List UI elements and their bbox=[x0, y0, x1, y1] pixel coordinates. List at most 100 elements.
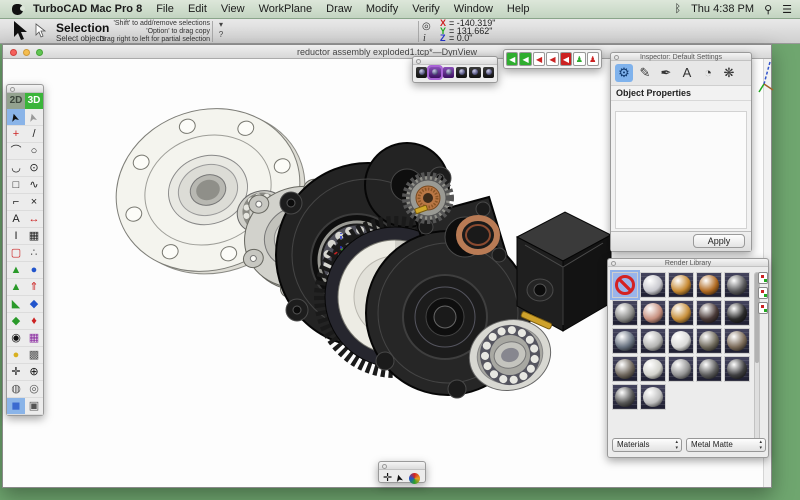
zoom-window-button[interactable] bbox=[36, 49, 43, 56]
view-sphere-tool[interactable]: ◎ bbox=[25, 381, 43, 397]
camera-view-5-icon[interactable] bbox=[469, 67, 480, 78]
material-type-dropdown[interactable]: Metal Matte▴▾ bbox=[686, 438, 766, 452]
anim-step-icon[interactable]: ◀ bbox=[533, 52, 545, 66]
camera-video-icon[interactable] bbox=[456, 67, 467, 78]
camera-view-1-icon[interactable] bbox=[416, 67, 427, 78]
material-swatch[interactable] bbox=[724, 328, 750, 354]
curve-tool[interactable]: ◡ bbox=[7, 160, 25, 176]
palette-close-icon[interactable] bbox=[382, 464, 387, 469]
palette-close-icon[interactable] bbox=[10, 87, 15, 92]
library-remove-icon[interactable] bbox=[758, 302, 768, 314]
material-swatch[interactable] bbox=[612, 272, 638, 298]
menu-view[interactable]: View bbox=[221, 3, 245, 15]
orbit-tool[interactable]: ◍ bbox=[7, 381, 25, 397]
notification-center-icon[interactable]: ☰ bbox=[782, 3, 792, 16]
grid-settings-tool[interactable]: ▩ bbox=[25, 347, 43, 363]
compass-icon[interactable]: ◎ bbox=[422, 21, 431, 32]
anim-next-icon[interactable]: ◀ bbox=[546, 52, 558, 66]
line-tool[interactable]: / bbox=[25, 126, 43, 142]
sweep-tool[interactable]: ◣ bbox=[7, 296, 25, 312]
menu-help[interactable]: Help bbox=[507, 3, 530, 15]
wire-view-tool[interactable]: ▣ bbox=[25, 398, 43, 414]
text-tool[interactable]: A bbox=[7, 211, 25, 227]
assemble-tool[interactable]: ▦ bbox=[25, 330, 43, 346]
material-swatch[interactable] bbox=[640, 356, 666, 382]
menu-workplane[interactable]: WorkPlane bbox=[259, 3, 313, 15]
material-swatch[interactable] bbox=[612, 328, 638, 354]
rectangle-tool[interactable]: □ bbox=[7, 177, 25, 193]
menu-modify[interactable]: Modify bbox=[366, 3, 398, 15]
material-swatch[interactable] bbox=[724, 300, 750, 326]
close-button[interactable] bbox=[10, 49, 17, 56]
axes-icon[interactable]: ❋ bbox=[720, 64, 738, 82]
spotlight-search-icon[interactable]: ⚲ bbox=[764, 3, 772, 16]
anim-first-icon[interactable]: ◀ bbox=[506, 52, 518, 66]
menu-draw[interactable]: Draw bbox=[326, 3, 352, 15]
timer-icon[interactable]: ◔ bbox=[699, 64, 717, 82]
point-tool[interactable]: + bbox=[7, 126, 25, 142]
menu-file[interactable]: File bbox=[156, 3, 174, 15]
material-swatch[interactable] bbox=[640, 328, 666, 354]
material-swatch[interactable] bbox=[696, 328, 722, 354]
app-menu-title[interactable]: TurboCAD Mac Pro 8 bbox=[33, 3, 142, 15]
surface-tool[interactable]: ▲ bbox=[7, 279, 25, 295]
twist-tool[interactable]: ◉ bbox=[7, 330, 25, 346]
properties-gear-icon[interactable]: ⚙ bbox=[615, 64, 633, 82]
material-swatch[interactable] bbox=[612, 300, 638, 326]
box-wire-tool[interactable]: ▢ bbox=[7, 245, 25, 261]
material-swatch[interactable] bbox=[640, 300, 666, 326]
library-category-dropdown[interactable]: Materials▴▾ bbox=[612, 438, 682, 452]
material-swatch[interactable] bbox=[696, 356, 722, 382]
material-swatch[interactable] bbox=[696, 272, 722, 298]
leader-tool[interactable]: I bbox=[7, 228, 25, 244]
tab-3d[interactable]: 3D bbox=[25, 93, 43, 109]
text-style-icon[interactable]: A bbox=[678, 64, 696, 82]
library-edit-icon[interactable] bbox=[758, 287, 768, 299]
help-button[interactable]: ? bbox=[215, 30, 227, 40]
camera-view-2-icon[interactable] bbox=[429, 67, 440, 78]
loft-tool[interactable]: ⇑ bbox=[25, 279, 43, 295]
anim-prev-icon[interactable]: ◀ bbox=[519, 52, 531, 66]
camera-palette-header[interactable] bbox=[413, 57, 497, 65]
apply-button[interactable]: Apply bbox=[693, 234, 745, 248]
material-swatch[interactable] bbox=[640, 272, 666, 298]
style-pen-icon[interactable]: ✒ bbox=[657, 64, 675, 82]
material-swatch[interactable] bbox=[724, 272, 750, 298]
material-swatch[interactable] bbox=[640, 384, 666, 410]
walkthrough-start-icon[interactable]: ♟ bbox=[573, 52, 585, 66]
anim-last-icon[interactable]: ◀ bbox=[560, 52, 572, 66]
lasso-arrow-tool[interactable]: ➤ bbox=[25, 109, 43, 125]
material-swatch[interactable] bbox=[668, 328, 694, 354]
info-icon[interactable]: i bbox=[423, 33, 426, 44]
material-swatch[interactable] bbox=[668, 300, 694, 326]
material-swatch[interactable] bbox=[612, 384, 638, 410]
walkthrough-stop-icon[interactable]: ♟ bbox=[587, 52, 599, 66]
navigation-palette-header[interactable] bbox=[379, 462, 425, 470]
point-cloud-tool[interactable]: ∴ bbox=[25, 245, 43, 261]
boolean-add-tool[interactable]: ◆ bbox=[7, 313, 25, 329]
circle-tool[interactable]: ○ bbox=[25, 143, 43, 159]
spline-tool[interactable]: ∿ bbox=[25, 177, 43, 193]
material-spheres-tool[interactable]: ● bbox=[7, 347, 25, 363]
pen-icon[interactable]: ✎ bbox=[636, 64, 654, 82]
assembly-drawing[interactable] bbox=[85, 85, 630, 465]
palette-close-icon[interactable] bbox=[416, 59, 421, 64]
hatch-tool[interactable]: ▦ bbox=[25, 228, 43, 244]
camera-view-3-icon[interactable] bbox=[443, 67, 454, 78]
tab-2d[interactable]: 2D bbox=[7, 93, 25, 109]
menu-edit[interactable]: Edit bbox=[188, 3, 207, 15]
render-swirl-icon[interactable] bbox=[409, 473, 420, 484]
material-swatch[interactable] bbox=[668, 272, 694, 298]
zoom-tool[interactable]: ⊕ bbox=[25, 364, 43, 380]
menu-verify[interactable]: Verify bbox=[412, 3, 440, 15]
pan-hand-icon[interactable]: ✛ bbox=[383, 472, 392, 484]
clock[interactable]: Thu 4:38 PM bbox=[691, 3, 754, 15]
polyline-tool[interactable]: ⌐ bbox=[7, 194, 25, 210]
menu-window[interactable]: Window bbox=[454, 3, 493, 15]
select-arrow-icon[interactable]: ➤ bbox=[394, 472, 408, 483]
dimension-tool[interactable]: ↔ bbox=[25, 211, 43, 227]
cube-tool[interactable]: ◆ bbox=[25, 296, 43, 312]
bluetooth-icon[interactable]: ᛒ bbox=[674, 3, 681, 15]
select-arrow-tool[interactable]: ➤ bbox=[7, 109, 25, 125]
sphere-tool[interactable]: ● bbox=[25, 262, 43, 278]
